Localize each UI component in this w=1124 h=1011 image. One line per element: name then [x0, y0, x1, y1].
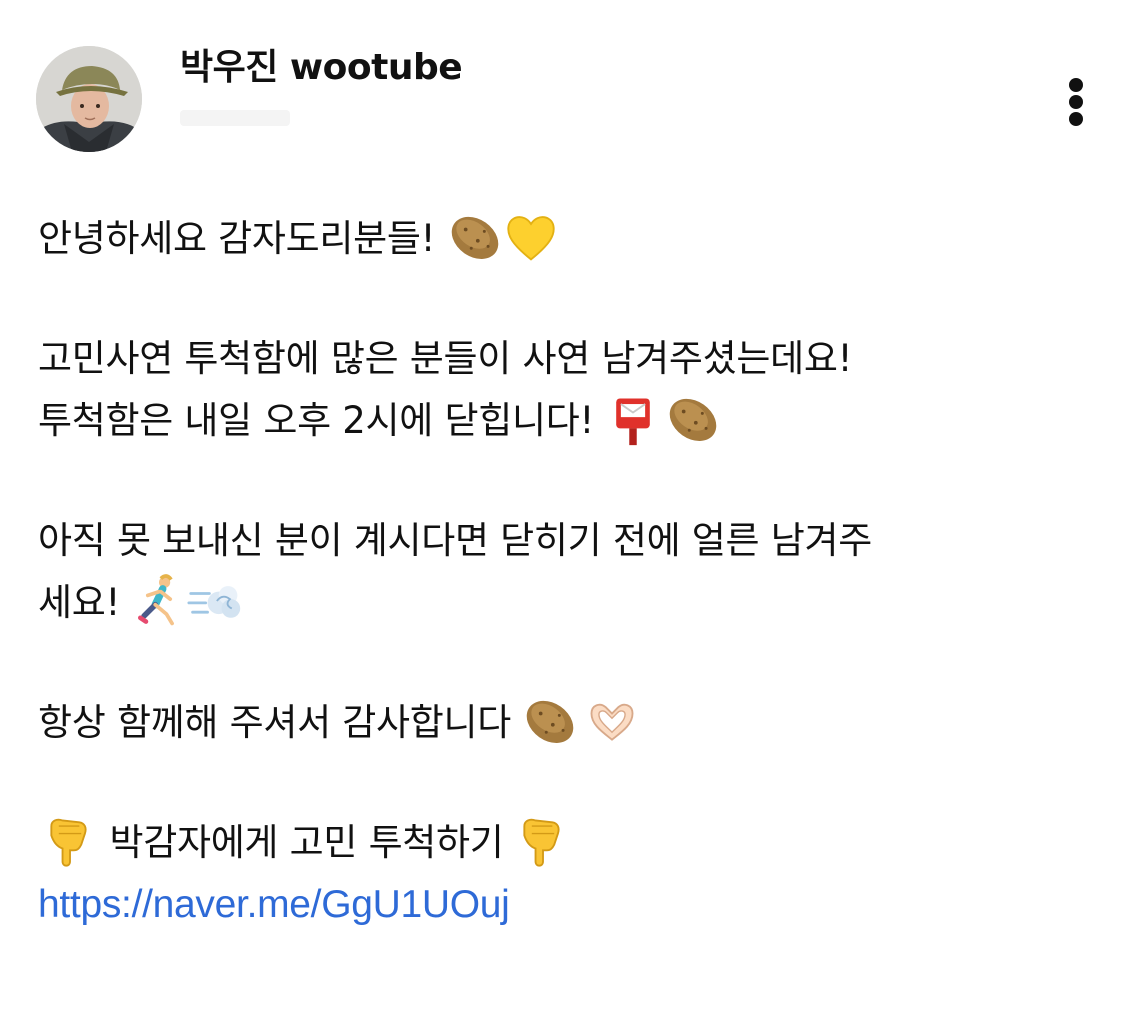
author-name[interactable]: 박우진 wootube	[180, 46, 463, 90]
paragraph-reminder: 아직 못 보내신 분이 계시다면 닫히기 전에 얼른 남겨주 세요!	[38, 510, 1098, 634]
potato-icon	[447, 209, 503, 265]
avatar[interactable]	[36, 46, 142, 152]
woman-running-icon	[131, 573, 187, 629]
thanks-text: 항상 함께해 주셔서 감사합니다	[38, 701, 512, 744]
paragraph-link: 박감자에게 고민 투척하기 https://naver.me/GgU1UOuj	[38, 812, 1098, 936]
announcement-line-2: 투척함은 내일 오후 2시에 닫힙니다!	[38, 399, 594, 442]
greeting-text: 안녕하세요 감자도리분들!	[38, 217, 436, 260]
post-date	[180, 110, 290, 126]
potato-icon	[522, 693, 578, 749]
post-card: 박우진 wootube 안녕하세요 감자도리분들! 고민사연 투척함에 많은 분…	[0, 0, 1124, 1011]
yellow-heart-icon	[503, 209, 559, 265]
reminder-line-1: 아직 못 보내신 분이 계시다면 닫히기 전에 얼른 남겨주	[38, 519, 872, 562]
more-vertical-icon	[1069, 78, 1083, 92]
more-options-button[interactable]	[1056, 70, 1096, 134]
potato-icon	[665, 391, 721, 447]
paragraph-thanks: 항상 함께해 주셔서 감사합니다	[38, 692, 1098, 754]
more-vertical-icon-dot	[1069, 95, 1083, 109]
reminder-line-2: 세요!	[38, 581, 121, 624]
pointing-down-icon	[42, 813, 98, 869]
cta-text: 박감자에게 고민 투척하기	[109, 821, 504, 864]
dash-icon	[187, 573, 243, 629]
postbox-icon	[605, 391, 661, 447]
paragraph-announcement: 고민사연 투척함에 많은 분들이 사연 남겨주셨는데요! 투척함은 내일 오후 …	[38, 328, 1098, 452]
heart-hands-icon	[584, 693, 640, 749]
paragraph-greeting: 안녕하세요 감자도리분들!	[38, 208, 1098, 270]
pointing-down-icon	[515, 813, 571, 869]
more-vertical-icon-dot	[1069, 112, 1083, 126]
submission-link[interactable]: https://naver.me/GgU1UOuj	[38, 883, 510, 926]
post-body: 안녕하세요 감자도리분들! 고민사연 투척함에 많은 분들이 사연 남겨주셨는데…	[38, 208, 1098, 936]
announcement-line-1: 고민사연 투척함에 많은 분들이 사연 남겨주셨는데요!	[38, 337, 853, 380]
